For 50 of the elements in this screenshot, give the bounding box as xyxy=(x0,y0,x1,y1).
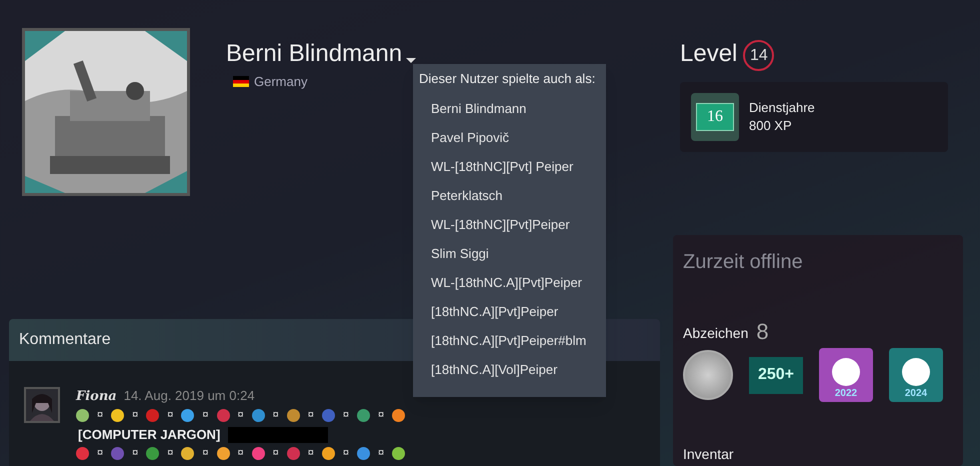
separator-symbol: ¤ xyxy=(167,408,174,424)
separator-symbol: ¤ xyxy=(132,446,138,462)
separator-symbol: ¤ xyxy=(238,446,244,462)
separator-symbol: ¤ xyxy=(97,408,104,424)
years-badge-icon: 16 xyxy=(691,93,739,141)
inventory-label: Inventar xyxy=(683,446,735,462)
alias-menu-item[interactable]: Slim Siggi xyxy=(413,239,606,268)
separator-symbol: ¤ xyxy=(167,446,174,462)
separator-symbol: ¤ xyxy=(272,446,279,462)
level-badge: 14 xyxy=(743,40,774,71)
profile-name: Berni Blindmann xyxy=(226,39,402,69)
separator-symbol: ¤ xyxy=(238,408,244,424)
alias-menu-item[interactable]: [18thNC.A][Pvt]Peiper#blm xyxy=(413,326,606,355)
caret-icon[interactable] xyxy=(406,58,416,64)
separator-symbol: ¤ xyxy=(378,446,384,462)
comment-author[interactable]: Fiona xyxy=(76,388,117,406)
comment-text: [COMPUTER JARGON] xyxy=(78,426,220,444)
steam-badge[interactable]: 2024 xyxy=(889,348,943,402)
badge-tile[interactable]: 250+ xyxy=(749,356,803,394)
alias-menu-item[interactable]: Pavel Pipovič xyxy=(413,123,606,152)
comments-heading: Kommentare xyxy=(19,330,111,350)
flag-icon xyxy=(233,76,249,88)
level-label: Level xyxy=(680,39,738,69)
badge-title: Dienstjahre xyxy=(749,99,815,117)
alias-menu-item[interactable]: Peterklatsch xyxy=(413,181,606,210)
separator-symbol: ¤ xyxy=(342,408,349,424)
status-text: Zurzeit offline xyxy=(683,250,804,275)
comment-date: 14. Aug. 2019 um 0:24 xyxy=(124,387,255,405)
steam-badge[interactable]: 2022 xyxy=(819,348,873,402)
separator-symbol: ¤ xyxy=(308,446,314,462)
separator-symbol: ¤ xyxy=(132,408,138,424)
alias-menu-item[interactable]: WL-[18thNC.A][Pvt]Peiper xyxy=(413,268,606,297)
alias-menu-item[interactable]: [18thNC.A][Pvt]Peiper xyxy=(413,297,606,326)
alias-menu-item[interactable]: WL-[18thNC][Pvt]Peiper xyxy=(413,210,606,239)
badge-xp: 800 XP xyxy=(749,117,793,135)
country-label: Germany xyxy=(254,73,308,91)
separator-symbol: ¤ xyxy=(308,408,314,424)
separator-symbol: ¤ xyxy=(342,446,349,462)
dropdown-title: Dieser Nutzer spielte auch als: xyxy=(418,70,596,88)
alias-menu-item[interactable]: WL-[18thNC][Pvt] Peiper xyxy=(413,152,606,181)
separator-symbol: ¤ xyxy=(97,446,104,462)
separator-symbol: ¤ xyxy=(202,408,208,424)
alias-menu-item[interactable]: [18thNC.A][Vol]Peiper xyxy=(413,355,606,384)
coin-badge-icon[interactable] xyxy=(683,350,733,400)
separator-symbol: ¤ xyxy=(202,446,208,462)
alias-menu-item[interactable]: Berni Blindmann xyxy=(413,94,606,123)
badges-label: Abzeichen xyxy=(683,324,748,343)
separator-symbol: ¤ xyxy=(378,408,384,424)
separator-symbol: ¤ xyxy=(272,408,279,424)
badges-count: 8 xyxy=(756,320,769,344)
